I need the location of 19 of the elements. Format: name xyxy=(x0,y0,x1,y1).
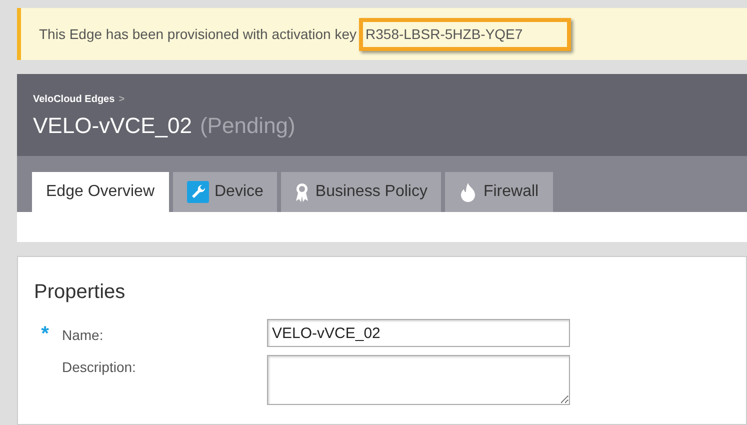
banner-message: This Edge has been provisioned with activation key xyxy=(39,24,357,44)
tab[interactable]: Device xyxy=(172,172,278,212)
wrench-icon xyxy=(186,181,208,203)
breadcrumb-link[interactable]: VeloCloud Edges xyxy=(33,92,115,107)
required-mark: * xyxy=(41,323,49,345)
name-field[interactable]: VELO-vVCE_02 xyxy=(267,319,570,347)
description-field[interactable] xyxy=(267,355,570,405)
status-text: (Pending) xyxy=(200,112,296,140)
flame-icon xyxy=(459,182,478,202)
field-label: Description: xyxy=(62,358,136,377)
breadcrumb-separator: > xyxy=(118,93,125,107)
page-title: VELO-vVCE_02 xyxy=(33,112,192,140)
activation-key: R358-LBSR-5HZB-YQE7 xyxy=(358,18,571,50)
tab[interactable]: Business Policy xyxy=(281,172,442,212)
ribbon-icon xyxy=(295,182,310,202)
section-title: Properties xyxy=(34,280,126,305)
tab[interactable]: Firewall xyxy=(445,172,553,212)
tab[interactable]: Edge Overview xyxy=(32,172,168,212)
field-label: Name: xyxy=(62,326,104,344)
